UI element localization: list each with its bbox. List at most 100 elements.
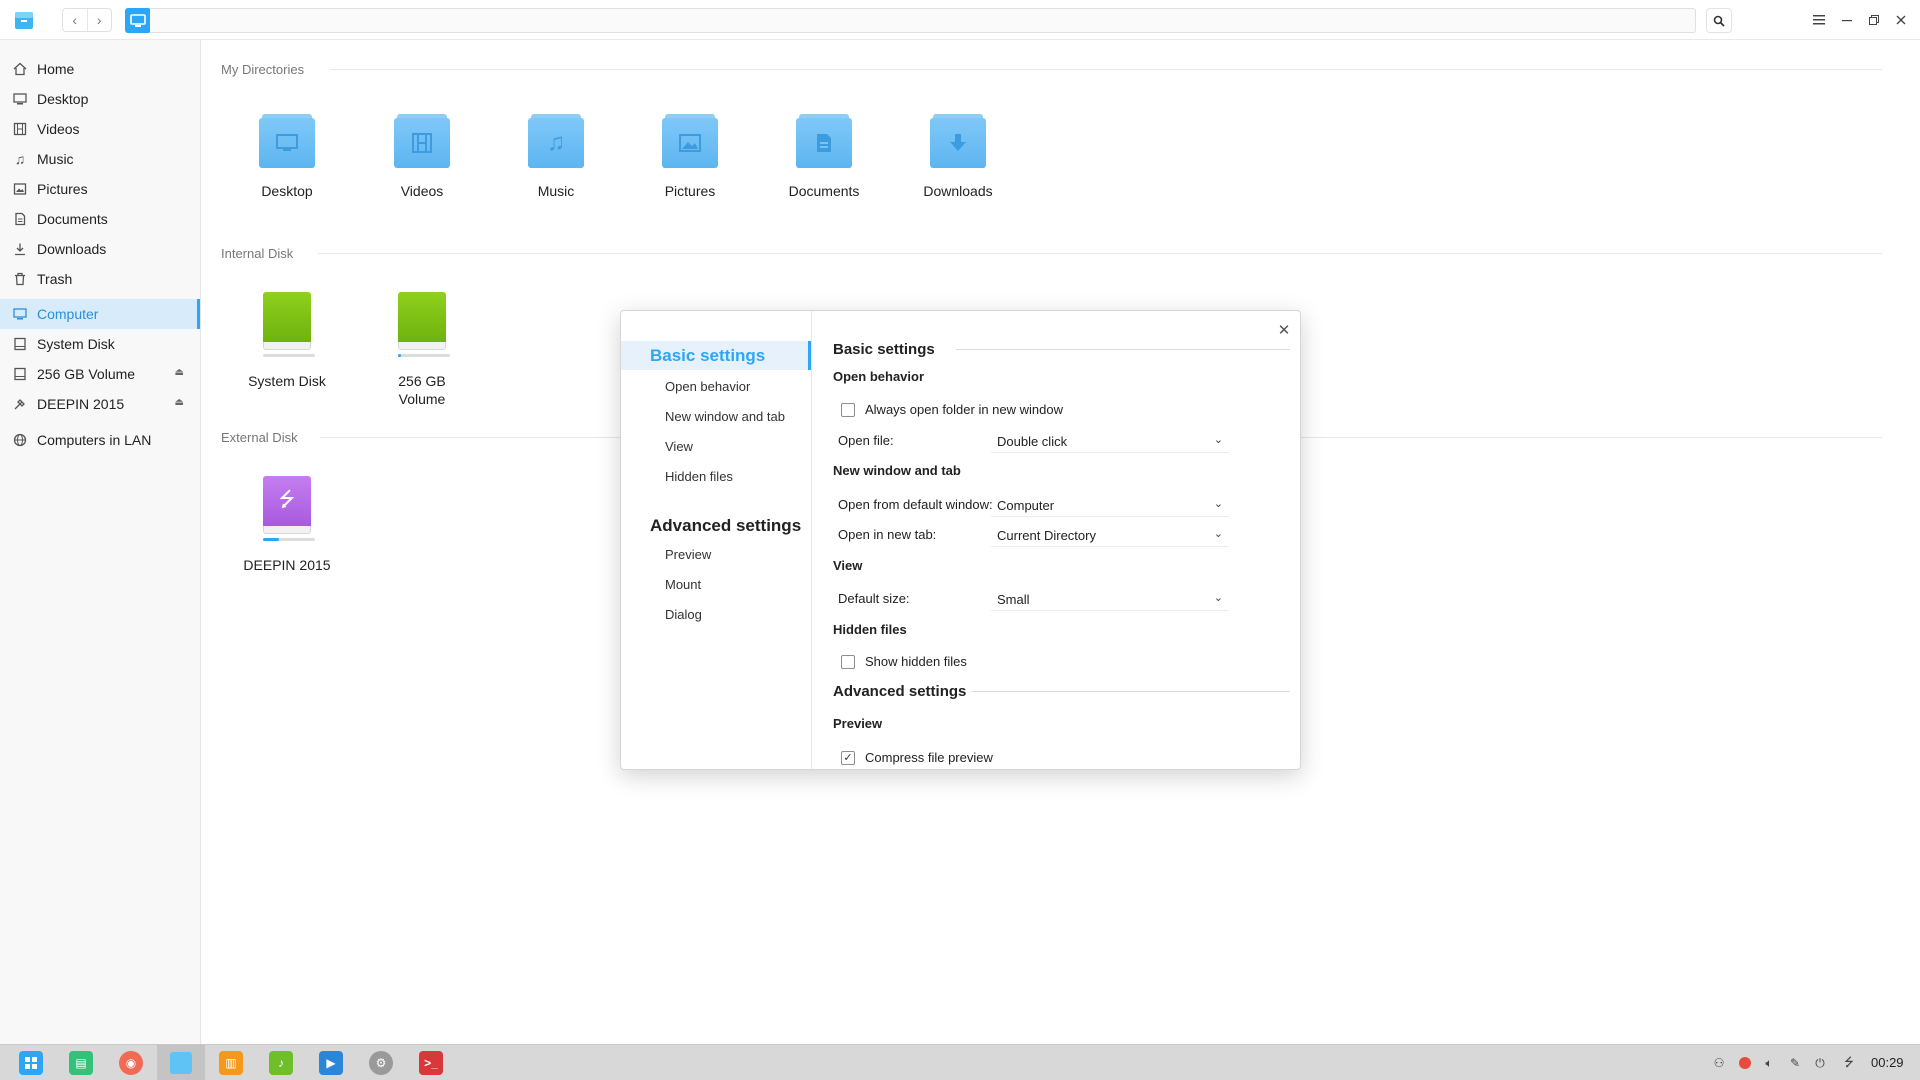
open-new-tab-label: Open in new tab: bbox=[838, 527, 937, 542]
menu-button[interactable] bbox=[1809, 10, 1829, 30]
sidebar-item-label: Pictures bbox=[37, 181, 88, 197]
breadcrumb-computer-button[interactable] bbox=[125, 8, 151, 33]
video-player-icon[interactable]: ▶ bbox=[319, 1051, 343, 1075]
directory-label: Videos bbox=[400, 183, 444, 199]
power-icon[interactable]: ⏻ bbox=[1812, 1055, 1828, 1071]
disk-usage-bar bbox=[263, 538, 315, 541]
compress-preview-option[interactable]: ✓ Compress file preview bbox=[841, 750, 993, 765]
directory-item-downloads[interactable]: Downloads bbox=[898, 114, 1018, 200]
sidebar-item-label: Downloads bbox=[37, 241, 107, 257]
disk-item-256gb-volume[interactable]: 256 GB Volume bbox=[362, 292, 482, 408]
nav-advanced-settings[interactable]: Advanced settings bbox=[650, 516, 801, 536]
sidebar-item-system-disk[interactable]: System Disk bbox=[0, 329, 200, 359]
file-manager-dock-item[interactable] bbox=[157, 1045, 205, 1080]
open-new-tab-select[interactable]: Current Directory ⌄ bbox=[991, 524, 1229, 547]
open-file-label: Open file: bbox=[838, 433, 894, 448]
compress-preview-checkbox[interactable]: ✓ bbox=[841, 750, 855, 765]
pen-tray-icon[interactable]: ✎ bbox=[1787, 1055, 1803, 1071]
default-size-select[interactable]: Small ⌄ bbox=[991, 588, 1229, 611]
eject-icon[interactable]: ⏏ bbox=[175, 397, 184, 408]
disk-usage-bar bbox=[398, 354, 450, 357]
sidebar-item-label: DEEPIN 2015 bbox=[37, 396, 125, 412]
eject-icon[interactable]: ⏏ bbox=[175, 367, 184, 378]
disk-item-deepin-2015[interactable]: ⭍ DEEPIN 2015 bbox=[227, 476, 347, 574]
directory-item-videos[interactable]: Videos bbox=[362, 114, 482, 200]
downloads-icon bbox=[12, 241, 28, 257]
nav-basic-settings[interactable]: Basic settings bbox=[621, 341, 811, 370]
sidebar-item-computer[interactable]: Computer bbox=[0, 299, 200, 329]
disk-item-system-disk[interactable]: System Disk bbox=[227, 292, 347, 390]
sidebar-item-label: 256 GB Volume bbox=[37, 366, 136, 382]
advanced-settings-heading: Advanced settings bbox=[833, 683, 967, 700]
sidebar-item-label: Home bbox=[37, 61, 75, 77]
search-button[interactable] bbox=[1706, 8, 1732, 33]
directory-item-documents[interactable]: Documents bbox=[764, 114, 884, 200]
settings-icon[interactable]: ⚙ bbox=[369, 1051, 393, 1075]
sidebar-item-desktop[interactable]: Desktop bbox=[0, 84, 200, 114]
sidebar-item-pictures[interactable]: Pictures bbox=[0, 174, 200, 204]
sidebar-item-music[interactable]: ♫ Music bbox=[0, 144, 200, 174]
volume-icon[interactable]: 🔈︎ bbox=[1761, 1055, 1777, 1071]
nav-view[interactable]: View bbox=[665, 439, 693, 454]
maximize-button[interactable] bbox=[1864, 10, 1884, 30]
music-player-icon[interactable]: ◉ bbox=[119, 1051, 143, 1075]
sidebar-item-home[interactable]: Home bbox=[0, 54, 200, 84]
forward-button[interactable]: › bbox=[86, 9, 112, 31]
sidebar-item-videos[interactable]: Videos bbox=[0, 114, 200, 144]
open-file-select[interactable]: Double click ⌄ bbox=[991, 430, 1229, 453]
sidebar-item-256gb-volume[interactable]: 256 GB Volume ⏏ bbox=[0, 359, 200, 389]
computer-icon bbox=[12, 306, 28, 322]
file-manager-logo-icon bbox=[13, 9, 35, 31]
sidebar-item-downloads[interactable]: Downloads bbox=[0, 234, 200, 264]
wps-icon[interactable]: ♪ bbox=[269, 1051, 293, 1075]
always-open-checkbox[interactable] bbox=[841, 402, 855, 417]
nav-open-behavior[interactable]: Open behavior bbox=[665, 379, 750, 394]
sidebar-item-label: System Disk bbox=[37, 336, 115, 352]
terminal-icon[interactable]: >_ bbox=[419, 1051, 443, 1075]
directory-item-music[interactable]: ♫ Music bbox=[496, 114, 616, 200]
close-icon bbox=[1896, 15, 1906, 25]
settings-nav: Basic settings Open behavior New window … bbox=[621, 311, 812, 769]
archive-icon[interactable]: ▥ bbox=[219, 1051, 243, 1075]
notification-tray-icon[interactable] bbox=[1737, 1055, 1753, 1071]
folder-pictures-icon bbox=[662, 114, 718, 168]
folder-videos-icon bbox=[394, 114, 450, 168]
music-icon: ♫ bbox=[14, 151, 26, 167]
sidebar-item-trash[interactable]: Trash bbox=[0, 264, 200, 294]
close-button[interactable] bbox=[1891, 10, 1911, 30]
show-hidden-checkbox[interactable] bbox=[841, 654, 855, 669]
chevron-down-icon: ⌄ bbox=[1213, 528, 1223, 540]
sidebar-item-computers-in-lan[interactable]: Computers in LAN bbox=[0, 425, 200, 455]
nav-mount[interactable]: Mount bbox=[665, 577, 701, 592]
nav-hidden-files[interactable]: Hidden files bbox=[665, 469, 733, 484]
disk-icon bbox=[12, 366, 28, 382]
minimize-button[interactable] bbox=[1837, 10, 1857, 30]
clock: 00:29 bbox=[1871, 1055, 1904, 1070]
default-size-label: Default size: bbox=[838, 591, 910, 606]
section-title-internal-disk: Internal Disk bbox=[221, 246, 294, 261]
sidebar-item-label: Computers in LAN bbox=[37, 432, 152, 448]
usb-tray-icon[interactable]: ⭍ bbox=[1841, 1055, 1857, 1071]
settings-content: Basic settings Open behavior Always open… bbox=[812, 311, 1300, 769]
address-bar[interactable] bbox=[150, 8, 1696, 33]
open-default-window-select[interactable]: Computer ⌄ bbox=[991, 494, 1229, 517]
nav-preview[interactable]: Preview bbox=[665, 547, 711, 562]
back-button[interactable]: ‹ bbox=[63, 9, 87, 31]
always-open-new-window-option[interactable]: Always open folder in new window bbox=[841, 402, 1063, 417]
network-tray-icon[interactable]: ⚇ bbox=[1711, 1055, 1727, 1071]
folder-downloads-icon bbox=[930, 114, 986, 168]
open-behavior-heading: Open behavior bbox=[833, 369, 925, 384]
sidebar-item-deepin-2015[interactable]: DEEPIN 2015 ⏏ bbox=[0, 389, 200, 419]
folder-desktop-icon bbox=[259, 114, 315, 168]
documents-icon bbox=[12, 211, 28, 227]
deepin-store-icon[interactable]: ▤ bbox=[69, 1051, 93, 1075]
directory-item-desktop[interactable]: Desktop bbox=[227, 114, 347, 200]
sidebar-item-label: Desktop bbox=[37, 91, 89, 107]
nav-new-window-and-tab[interactable]: New window and tab bbox=[665, 409, 785, 424]
view-heading: View bbox=[833, 558, 863, 573]
nav-dialog[interactable]: Dialog bbox=[665, 607, 702, 622]
directory-item-pictures[interactable]: Pictures bbox=[630, 114, 750, 200]
launcher-icon[interactable] bbox=[19, 1051, 43, 1075]
show-hidden-files-option[interactable]: Show hidden files bbox=[841, 654, 967, 669]
sidebar-item-documents[interactable]: Documents bbox=[0, 204, 200, 234]
